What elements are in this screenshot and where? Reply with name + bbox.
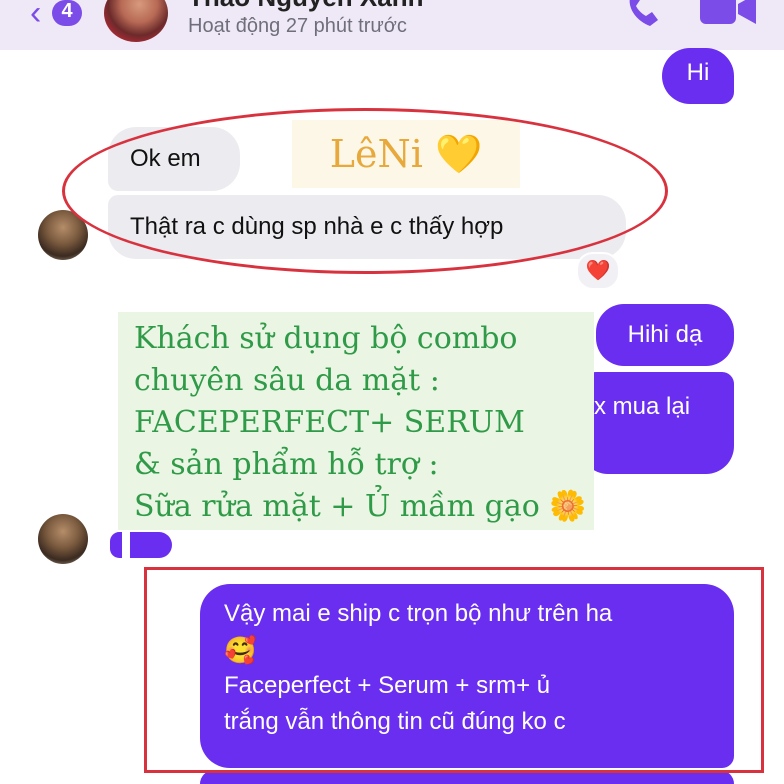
annotation-note: Khách sử dụng bộ combo chuyên sâu da mặt… — [118, 312, 594, 530]
typing-indicator — [110, 532, 172, 558]
unread-badge: 4 — [52, 0, 82, 26]
message-out-hihi[interactable]: Hihi dạ — [596, 304, 734, 366]
phone-icon[interactable] — [624, 0, 668, 30]
note-line: Sữa rửa mặt + Ủ mầm gạo 🌼 — [134, 489, 587, 524]
note-line: & sản phẩm hỗ trợ : — [134, 447, 439, 482]
message-out-mua-lai[interactable]: x mua lại — [580, 372, 734, 474]
highlight-ellipse — [62, 108, 668, 274]
chevron-left-icon[interactable]: ‹ — [30, 0, 41, 30]
contact-status: Hoạt động 27 phút trước — [188, 15, 407, 37]
contact-name[interactable]: Thảo Nguyễn Xanh — [188, 0, 423, 13]
note-line: Khách sử dụng bộ combo — [134, 321, 518, 356]
note-line: chuyên sâu da mặt : — [134, 363, 440, 398]
message-text: Hihi dạ — [627, 321, 703, 348]
message-text: Hi — [686, 59, 710, 86]
highlight-rectangle — [144, 567, 764, 773]
note-line: FACEPERFECT+ SERUM — [134, 405, 525, 440]
typing-indicator-gap — [122, 532, 130, 558]
message-text: x mua lại — [594, 393, 691, 420]
sender-avatar[interactable] — [38, 514, 88, 564]
video-camera-icon[interactable] — [700, 0, 756, 28]
heart-reaction[interactable]: ❤️ — [576, 252, 620, 290]
message-out-hi[interactable]: Hi — [662, 48, 734, 104]
